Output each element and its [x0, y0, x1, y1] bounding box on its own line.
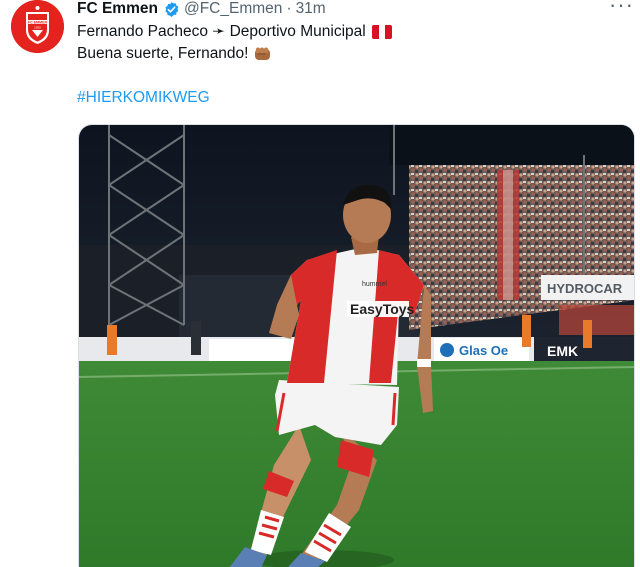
- tweet-photo[interactable]: Glas Oe EMK HYDROCAR EasyToys hummel: [78, 124, 635, 567]
- football-player-photo: Glas Oe EMK HYDROCAR EasyToys hummel: [79, 125, 634, 567]
- shirt-brand: hummel: [362, 281, 387, 288]
- tweet-text-line-2: Buena suerte, Fernando!: [77, 44, 272, 64]
- avatar-year: 1925: [34, 26, 41, 30]
- separator-dot: ·: [286, 0, 292, 17]
- tweet-text-1: Fernando Pacheco ➛ Deportivo Municipal: [77, 23, 366, 40]
- board-emk: EMK: [547, 343, 578, 359]
- shirt-sponsor: EasyToys: [350, 301, 415, 317]
- tweet-text-2: Buena suerte, Fernando!: [77, 45, 249, 62]
- board-glas: Glas Oe: [459, 343, 508, 358]
- avatar[interactable]: FC EMMEN 1925: [11, 0, 64, 53]
- fc-emmen-logo-icon: FC EMMEN 1925: [11, 0, 64, 53]
- verified-badge-icon: [163, 1, 180, 18]
- board-hydrocar: HYDROCAR: [547, 281, 623, 296]
- tweet-header: FC Emmen @FC_Emmen · 31m: [77, 0, 326, 18]
- handle[interactable]: @FC_Emmen: [184, 0, 282, 18]
- timestamp[interactable]: 31m: [296, 0, 326, 18]
- display-name[interactable]: FC Emmen: [77, 0, 158, 18]
- tweet[interactable]: FC EMMEN 1925 FC Emmen @FC_Emmen · 31m ·…: [0, 0, 640, 567]
- hashtag-link[interactable]: #HIERKOMIKWEG: [77, 88, 210, 108]
- avatar-text: FC EMMEN: [28, 20, 48, 24]
- peru-flag-icon: [371, 25, 392, 39]
- more-options-icon[interactable]: ···: [609, 0, 634, 16]
- oncoming-fist-icon: [254, 46, 272, 62]
- tweet-text-line-1: Fernando Pacheco ➛ Deportivo Municipal: [77, 22, 392, 42]
